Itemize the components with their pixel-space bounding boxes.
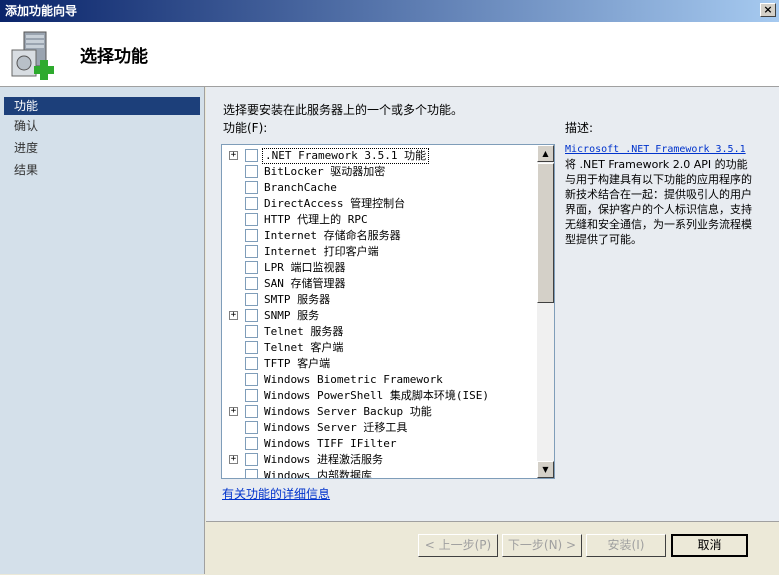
close-button[interactable]: ×	[760, 3, 776, 17]
feature-label: BranchCache	[264, 181, 337, 194]
feature-label: Telnet 客户端	[264, 341, 344, 354]
feature-label: Windows Server 迁移工具	[264, 421, 408, 434]
feature-label: LPR 端口监视器	[264, 261, 346, 274]
feature-row[interactable]: + Windows Server Backup 功能	[222, 404, 538, 420]
install-button[interactable]: 安装(I)	[586, 534, 666, 557]
feature-row[interactable]: + Windows 进程激活服务	[222, 452, 538, 468]
more-info-link[interactable]: 有关功能的详细信息	[222, 485, 330, 502]
sidebar-item-progress[interactable]: 进度	[0, 137, 204, 159]
expand-icon[interactable]: +	[229, 311, 238, 320]
feature-checkbox[interactable]	[245, 213, 258, 226]
feature-row[interactable]: Internet 存储命名服务器	[222, 228, 538, 244]
feature-checkbox[interactable]	[245, 341, 258, 354]
expand-icon[interactable]: +	[229, 455, 238, 464]
feature-checkbox[interactable]	[245, 357, 258, 370]
features-tree[interactable]: + .NET Framework 3.5.1 功能 BitLocker 驱动器加密 B…	[221, 144, 555, 479]
tree-scrollbar[interactable]: ▲ ▼	[537, 145, 554, 478]
feature-description: Microsoft .NET Framework 3.5.1 将 .NET Fr…	[565, 141, 753, 247]
description-label: 描述:	[565, 121, 594, 135]
feature-label: Windows 内部数据库	[264, 469, 372, 479]
feature-label: Windows Biometric Framework	[264, 373, 443, 386]
feature-checkbox[interactable]	[245, 197, 258, 210]
instructions-text: 选择要安装在此服务器上的一个或多个功能。	[223, 103, 464, 117]
feature-label: Windows 进程激活服务	[264, 453, 383, 466]
feature-row[interactable]: + .NET Framework 3.5.1 功能	[222, 148, 538, 164]
feature-label: Windows PowerShell 集成脚本环境(ISE)	[264, 389, 489, 402]
feature-row[interactable]: BitLocker 驱动器加密	[222, 164, 538, 180]
scroll-up-icon[interactable]: ▲	[537, 145, 554, 162]
next-button[interactable]: 下一步(N) >	[502, 534, 582, 557]
main-content: 选择要安装在此服务器上的一个或多个功能。 功能(F): 描述: + .NET Fr…	[206, 87, 779, 521]
feature-label: BitLocker 驱动器加密	[264, 165, 386, 178]
scroll-down-icon[interactable]: ▼	[537, 461, 554, 478]
feature-row[interactable]: TFTP 客户端	[222, 356, 538, 372]
feature-label: DirectAccess 管理控制台	[264, 197, 406, 210]
feature-row[interactable]: LPR 端口监视器	[222, 260, 538, 276]
feature-checkbox[interactable]	[245, 261, 258, 274]
wizard-footer: < 上一步(P) 下一步(N) > 安装(I) 取消	[206, 521, 779, 575]
feature-row[interactable]: Windows Biometric Framework	[222, 372, 538, 388]
feature-label: SNMP 服务	[264, 309, 320, 322]
feature-checkbox[interactable]	[245, 453, 258, 466]
cancel-button[interactable]: 取消	[671, 534, 748, 557]
feature-checkbox[interactable]	[245, 469, 258, 478]
feature-label: Internet 打印客户端	[264, 245, 379, 258]
scroll-thumb[interactable]	[537, 163, 554, 303]
feature-row[interactable]: Telnet 服务器	[222, 324, 538, 340]
feature-checkbox[interactable]	[245, 245, 258, 258]
feature-row[interactable]: BranchCache	[222, 180, 538, 196]
window-titlebar[interactable]: 添加功能向导 ×	[0, 0, 779, 22]
feature-checkbox[interactable]	[245, 165, 258, 178]
feature-label: Windows TIFF IFilter	[264, 437, 397, 450]
feature-checkbox[interactable]	[245, 309, 258, 322]
page-title: 选择功能	[80, 47, 148, 67]
feature-checkbox[interactable]	[245, 325, 258, 338]
feature-checkbox[interactable]	[245, 181, 258, 194]
feature-row[interactable]: Windows Server 迁移工具	[222, 420, 538, 436]
feature-row[interactable]: HTTP 代理上的 RPC	[222, 212, 538, 228]
feature-label: SAN 存储管理器	[264, 277, 346, 290]
feature-row[interactable]: DirectAccess 管理控制台	[222, 196, 538, 212]
description-link[interactable]: Microsoft .NET Framework 3.5.1	[565, 144, 746, 155]
sidebar-item-results[interactable]: 结果	[0, 159, 204, 181]
expand-icon[interactable]: +	[229, 151, 238, 160]
feature-checkbox[interactable]	[245, 421, 258, 434]
feature-label: HTTP 代理上的 RPC	[264, 213, 368, 226]
server-add-icon	[11, 31, 54, 80]
description-text: 将 .NET Framework 2.0 API 的功能与用于构建具有以下功能的…	[565, 158, 752, 246]
wizard-steps-sidebar: 功能 确认 进度 结果	[0, 87, 205, 574]
feature-row[interactable]: Windows PowerShell 集成脚本环境(ISE)	[222, 388, 538, 404]
sidebar-item-confirm[interactable]: 确认	[0, 115, 204, 137]
wizard-header: 选择功能	[0, 22, 779, 87]
window-title: 添加功能向导	[5, 4, 78, 18]
previous-button[interactable]: < 上一步(P)	[418, 534, 498, 557]
feature-row[interactable]: + SNMP 服务	[222, 308, 538, 324]
feature-checkbox[interactable]	[245, 405, 258, 418]
feature-row[interactable]: Windows 内部数据库	[222, 468, 538, 479]
feature-checkbox[interactable]	[245, 437, 258, 450]
feature-label: .NET Framework 3.5.1 功能	[262, 148, 430, 164]
feature-label: Internet 存储命名服务器	[264, 229, 401, 242]
feature-row[interactable]: Windows TIFF IFilter	[222, 436, 538, 452]
feature-row[interactable]: Internet 打印客户端	[222, 244, 538, 260]
feature-checkbox[interactable]	[245, 293, 258, 306]
expand-icon[interactable]: +	[229, 407, 238, 416]
feature-checkbox[interactable]	[245, 149, 258, 162]
feature-checkbox[interactable]	[245, 229, 258, 242]
feature-label: Windows Server Backup 功能	[264, 405, 432, 418]
feature-checkbox[interactable]	[245, 389, 258, 402]
feature-row[interactable]: Telnet 客户端	[222, 340, 538, 356]
feature-label: SMTP 服务器	[264, 293, 331, 306]
feature-label: TFTP 客户端	[264, 357, 331, 370]
feature-row[interactable]: SAN 存储管理器	[222, 276, 538, 292]
feature-row[interactable]: SMTP 服务器	[222, 292, 538, 308]
feature-checkbox[interactable]	[245, 277, 258, 290]
sidebar-item-features[interactable]: 功能	[4, 97, 200, 115]
feature-checkbox[interactable]	[245, 373, 258, 386]
features-label: 功能(F):	[223, 121, 268, 135]
feature-label: Telnet 服务器	[264, 325, 344, 338]
